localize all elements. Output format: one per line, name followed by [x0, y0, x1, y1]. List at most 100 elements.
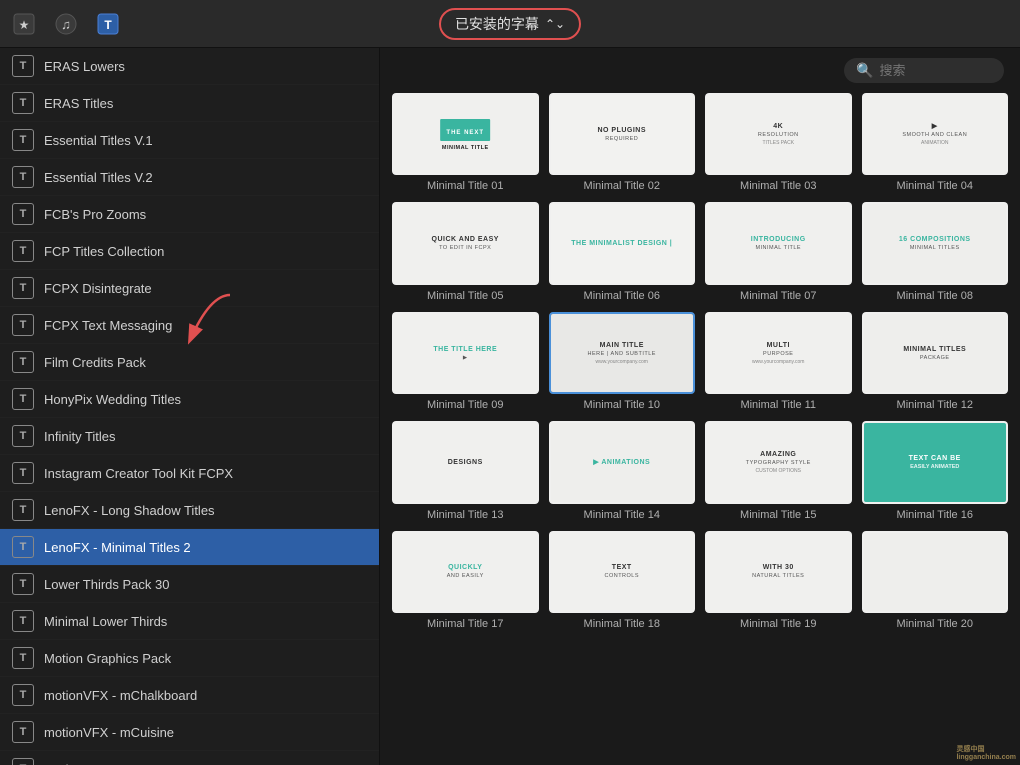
svg-text:♫: ♫: [61, 17, 71, 32]
main-layout: T ERAS Lowers T ERAS Titles T Essential …: [0, 48, 1020, 765]
t-icon: T: [12, 647, 34, 669]
t-icon: T: [12, 684, 34, 706]
t-icon: T: [12, 462, 34, 484]
t-icon: T: [12, 425, 34, 447]
sidebar-item-motionvfx-mevent[interactable]: T motionVFX - mEvent: [0, 751, 379, 765]
sidebar-item-essential-titles-v2[interactable]: T Essential Titles V.2: [0, 159, 379, 196]
search-bar: 🔍: [380, 48, 1020, 89]
sidebar-item-motion-graphics-pack[interactable]: T Motion Graphics Pack: [0, 640, 379, 677]
sidebar-item-fcpx-text-messaging[interactable]: T FCPX Text Messaging: [0, 307, 379, 344]
sidebar-item-eras-lowers[interactable]: T ERAS Lowers: [0, 48, 379, 85]
grid-item-t08[interactable]: 16 COMPOSITIONSMINIMAL TITLES Minimal Ti…: [862, 202, 1009, 301]
sidebar-item-fcpx-disintegrate[interactable]: T FCPX Disintegrate: [0, 270, 379, 307]
grid-item-caption: Minimal Title 14: [549, 509, 696, 521]
sidebar-item-lower-thirds-pack-30[interactable]: T Lower Thirds Pack 30: [0, 566, 379, 603]
sidebar-item-infinity-titles[interactable]: T Infinity Titles: [0, 418, 379, 455]
grid-item-caption: Minimal Title 15: [705, 509, 852, 521]
grid-item-caption: Minimal Title 12: [862, 399, 1009, 411]
title-icon[interactable]: T: [94, 10, 122, 38]
t-icon: T: [12, 314, 34, 336]
t-icon: T: [12, 610, 34, 632]
grid-item-t01[interactable]: THE NEXT MINIMAL TITLE Minimal Title 01: [392, 93, 539, 192]
sidebar-item-label: motionVFX - mChalkboard: [44, 688, 197, 703]
sidebar-item-honypix-wedding-titles[interactable]: T HonyPix Wedding Titles: [0, 381, 379, 418]
sidebar-item-label: LenoFX - Minimal Titles 2: [44, 540, 191, 555]
grid-item-t11[interactable]: MULTIPURPOSEwww.yourcompany.com Minimal …: [705, 312, 852, 411]
grid-item-t05[interactable]: QUICK AND EASYTO EDIT IN FCPX Minimal Ti…: [392, 202, 539, 301]
grid-container: THE NEXT MINIMAL TITLE Minimal Title 01 …: [380, 89, 1020, 765]
grid-item-caption: Minimal Title 17: [392, 618, 539, 630]
sidebar-item-essential-titles-v1[interactable]: T Essential Titles V.1: [0, 122, 379, 159]
sidebar-item-label: ERAS Lowers: [44, 59, 125, 74]
grid-item-caption: Minimal Title 13: [392, 509, 539, 521]
sidebar-item-motionvfx-mcuisine[interactable]: T motionVFX - mCuisine: [0, 714, 379, 751]
svg-text:★: ★: [19, 18, 30, 32]
sidebar-item-lenofx-long-shadow[interactable]: T LenoFX - Long Shadow Titles: [0, 492, 379, 529]
grid-item-t16[interactable]: TEXT CAN BE EASILY ANIMATED Minimal Titl…: [862, 421, 1009, 520]
content-area: 🔍 THE NEXT MINIMAL TITLE Minimal Title 0…: [380, 48, 1020, 765]
sidebar-item-label: LenoFX - Long Shadow Titles: [44, 503, 215, 518]
search-input[interactable]: [879, 63, 992, 78]
toolbar: ★ ♫ T 已安装的字幕 ⌃⌄: [0, 0, 1020, 48]
grid-item-t02[interactable]: NO PLUGINSREQUIRED Minimal Title 02: [549, 93, 696, 192]
star-icon[interactable]: ★: [10, 10, 38, 38]
sidebar-item-label: Motion Graphics Pack: [44, 651, 171, 666]
sidebar-item-eras-titles[interactable]: T ERAS Titles: [0, 85, 379, 122]
grid-item-t07[interactable]: INTRODUCINGMINIMAL TITLE Minimal Title 0…: [705, 202, 852, 301]
grid-item-t17[interactable]: QUICKLYAND EASILY Minimal Title 17: [392, 531, 539, 630]
grid-item-caption: Minimal Title 16: [862, 509, 1009, 521]
sidebar-item-label: Essential Titles V.2: [44, 170, 153, 185]
t-icon: T: [12, 388, 34, 410]
grid-item-caption: Minimal Title 18: [549, 618, 696, 630]
search-input-wrap[interactable]: 🔍: [844, 58, 1004, 83]
grid-item-caption: Minimal Title 10: [549, 399, 696, 411]
grid-item-t04[interactable]: ▶SMOOTH AND CLEANANIMATION Minimal Title…: [862, 93, 1009, 192]
grid-item-t10[interactable]: MAIN TITLEHERE | AND SUBTITLEwww.yourcom…: [549, 312, 696, 411]
sidebar-item-lenofx-minimal-titles-2[interactable]: T LenoFX - Minimal Titles 2: [0, 529, 379, 566]
sidebar-item-label: FCPX Text Messaging: [44, 318, 172, 333]
t-icon: T: [12, 536, 34, 558]
sidebar-item-fcp-titles-collection[interactable]: T FCP Titles Collection: [0, 233, 379, 270]
sidebar-item-label: Minimal Lower Thirds: [44, 614, 167, 629]
grid-item-caption: Minimal Title 04: [862, 180, 1009, 192]
sidebar-item-minimal-lower-thirds[interactable]: T Minimal Lower Thirds: [0, 603, 379, 640]
grid-item-t03[interactable]: 4KRESOLUTIONTITLES PACK Minimal Title 03: [705, 93, 852, 192]
sidebar-item-motionvfx-mchalkboard[interactable]: T motionVFX - mChalkboard: [0, 677, 379, 714]
sidebar-item-label: ERAS Titles: [44, 96, 113, 111]
grid-item-caption: Minimal Title 11: [705, 399, 852, 411]
sidebar-item-label: FCB's Pro Zooms: [44, 207, 146, 222]
installed-captions-dropdown[interactable]: 已安装的字幕 ⌃⌄: [439, 8, 581, 40]
grid-item-t06[interactable]: THE MINIMALIST DESIGN | Minimal Title 06: [549, 202, 696, 301]
grid-item-t20[interactable]: 灵感中国lingganchina.com Minimal Title 20: [862, 531, 1009, 630]
t-icon: T: [12, 277, 34, 299]
grid-item-caption: Minimal Title 06: [549, 290, 696, 302]
sidebar-item-label: Infinity Titles: [44, 429, 116, 444]
grid-item-t19[interactable]: WITH 30NATURAL TITLES Minimal Title 19: [705, 531, 852, 630]
grid-item-caption: Minimal Title 20: [862, 618, 1009, 630]
grid-item-t15[interactable]: AMAZINGTYPOGRAPHY STYLECUSTOM OPTIONS Mi…: [705, 421, 852, 520]
sidebar-item-label: Instagram Creator Tool Kit FCPX: [44, 466, 233, 481]
grid-item-caption: Minimal Title 08: [862, 290, 1009, 302]
sidebar-item-film-credits-pack[interactable]: T Film Credits Pack: [0, 344, 379, 381]
grid-item-caption: Minimal Title 19: [705, 618, 852, 630]
sidebar-item-label: Film Credits Pack: [44, 355, 146, 370]
sidebar-item-label: motionVFX - mEvent: [44, 762, 164, 765]
t-icon: T: [12, 351, 34, 373]
grid-item-t13[interactable]: DESIGNS Minimal Title 13: [392, 421, 539, 520]
grid-item-caption: Minimal Title 07: [705, 290, 852, 302]
t-icon: T: [12, 55, 34, 77]
grid-item-t14[interactable]: ▶ ANIMATIONS Minimal Title 14: [549, 421, 696, 520]
grid-item-caption: Minimal Title 05: [392, 290, 539, 302]
t-icon: T: [12, 129, 34, 151]
grid-item-t12[interactable]: MINIMAL TITLESPACKAGE Minimal Title 12: [862, 312, 1009, 411]
grid-item-t09[interactable]: THE TITLE HERE▶ Minimal Title 09: [392, 312, 539, 411]
grid-item-t18[interactable]: TEXTCONTROLS Minimal Title 18: [549, 531, 696, 630]
sidebar-item-fcbs-pro-zooms[interactable]: T FCB's Pro Zooms: [0, 196, 379, 233]
music-icon[interactable]: ♫: [52, 10, 80, 38]
sidebar-item-instagram-creator-tool-kit[interactable]: T Instagram Creator Tool Kit FCPX: [0, 455, 379, 492]
sidebar-item-label: motionVFX - mCuisine: [44, 725, 174, 740]
chevron-icon: ⌃⌄: [545, 17, 565, 31]
t-icon: T: [12, 721, 34, 743]
grid-item-caption: Minimal Title 02: [549, 180, 696, 192]
t-icon: T: [12, 758, 34, 765]
